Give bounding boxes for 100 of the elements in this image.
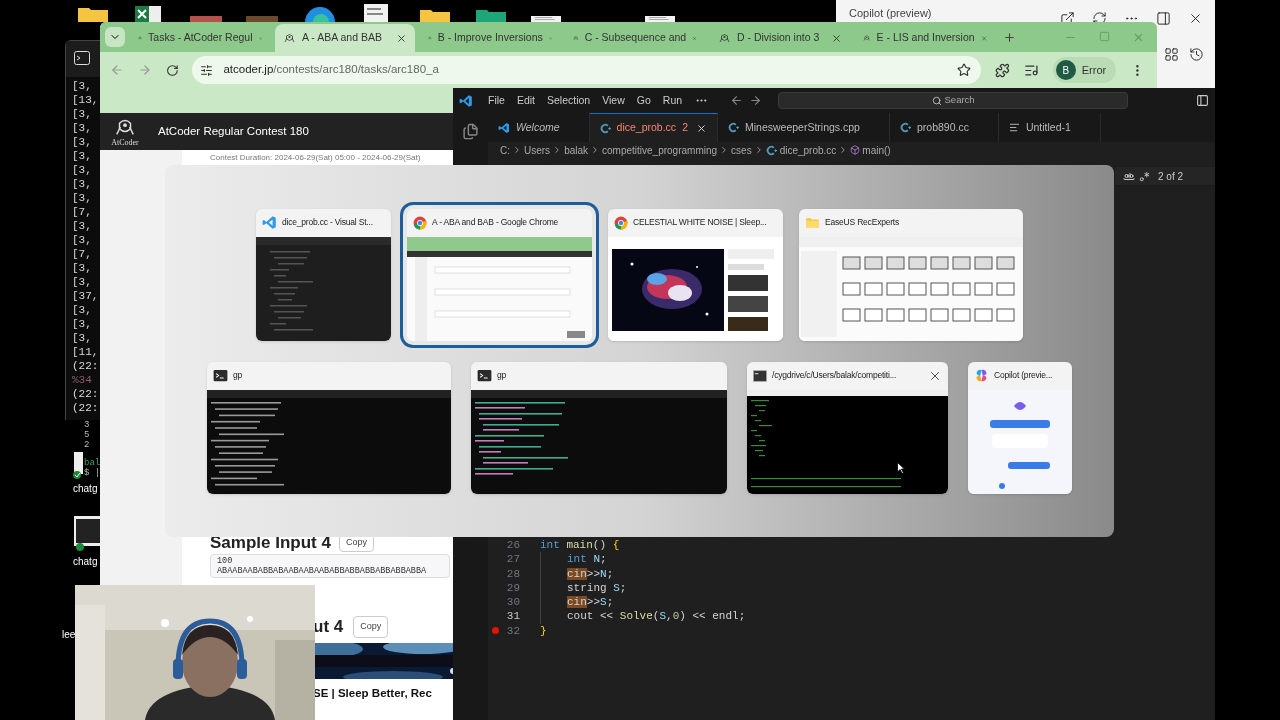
console-line: [37, <box>72 289 100 303</box>
back-icon[interactable] <box>730 94 744 107</box>
window-card[interactable]: EaseUS RecExperts <box>799 208 1023 341</box>
window-card[interactable]: Copilot (previe... <box>968 361 1072 494</box>
window-card[interactable]: dice_prob.cc - Visual St... <box>256 208 391 341</box>
menu-item[interactable]: View <box>597 92 630 109</box>
cpp-file-icon <box>899 122 911 133</box>
folder-icon <box>805 215 820 230</box>
search-icon <box>931 95 942 106</box>
menu-item[interactable]: Go <box>631 92 656 109</box>
line-number: 28 <box>505 566 520 581</box>
spreadsheet-icon[interactable] <box>135 6 161 22</box>
forward-icon[interactable] <box>749 94 763 107</box>
console-line: [3, <box>72 191 93 205</box>
breadcrumb-item[interactable]: main() <box>862 142 891 158</box>
sample-input-line: ABAABAABABBABAABAABAABABBABBABBABBABBABBA <box>217 566 428 576</box>
site-settings-icon[interactable] <box>200 63 214 77</box>
browser-logo-icon <box>413 215 427 230</box>
copilot-logo-icon <box>974 368 989 383</box>
console-line: [3, <box>72 261 93 275</box>
apps-icon[interactable] <box>1164 47 1179 62</box>
terminal-icon <box>213 368 228 383</box>
window-card[interactable]: gp <box>207 361 451 494</box>
browser-tab[interactable]: Tasks - AtCoder Regul <box>130 24 270 52</box>
editor-tab[interactable]: dice_prob.cc 2 <box>589 113 718 142</box>
history-icon[interactable] <box>1189 47 1204 62</box>
breadcrumb-item[interactable]: Users <box>524 142 551 158</box>
console-line: [7, <box>72 247 93 261</box>
browser-tab[interactable]: A - ABA and BAB <box>275 24 415 52</box>
editor-tab[interactable]: prob890.cc <box>889 113 999 142</box>
reload-icon[interactable] <box>165 63 179 77</box>
document-icon[interactable] <box>72 452 83 480</box>
breadcrumb-item[interactable]: cses <box>731 142 752 158</box>
menu-item[interactable]: Selection <box>542 92 596 109</box>
console-line: [3, <box>72 275 93 289</box>
chevron-icon <box>512 145 522 155</box>
menu-item[interactable]: File <box>483 92 510 109</box>
breadcrumb-item[interactable]: balak <box>564 142 589 158</box>
console-line: [7, <box>72 205 93 219</box>
folder-icon[interactable] <box>78 6 108 22</box>
browser-tab[interactable]: D - Division into 3 <box>710 24 850 52</box>
console-line: [3, <box>72 121 93 135</box>
extensions-icon[interactable] <box>995 62 1010 78</box>
menu-item[interactable]: Edit <box>511 92 540 109</box>
new-tab-icon[interactable] <box>1003 31 1016 44</box>
browser-tab[interactable]: B - Improve Inversions <box>420 24 560 52</box>
window-title: /cygdrive/c/Users/balak/competiti... <box>772 369 897 382</box>
console-line: [3, <box>72 149 93 163</box>
breadcrumb-item[interactable]: competitive_programming <box>602 142 718 158</box>
console-line: [13, <box>72 93 100 107</box>
address-field[interactable]: atcoder.jp/contests/arc180/tasks/arc180_a <box>192 56 982 84</box>
line-number: 31 <box>505 609 520 624</box>
breadcrumb-item[interactable]: dice_prob.cc <box>779 142 837 158</box>
editor-tab[interactable]: Untitled-1 <box>998 113 1101 142</box>
prompt: $ | <box>84 468 101 478</box>
editor-tab[interactable]: Welcome <box>488 113 590 142</box>
browser-tab[interactable]: E - LIS and Inversion <box>855 24 995 52</box>
shortcut-label[interactable]: lee <box>62 627 76 642</box>
shortcut-label[interactable]: chatg <box>73 554 98 569</box>
side-panel-icon[interactable] <box>1156 11 1171 26</box>
close-icon[interactable] <box>1188 11 1203 26</box>
regex-icon[interactable] <box>1139 170 1150 182</box>
console-line: [3, <box>72 219 93 233</box>
site-title[interactable]: AtCoder Regular Contest 180 <box>158 122 309 141</box>
shortcut-label[interactable]: chatg <box>73 481 98 496</box>
whole-word-icon[interactable] <box>1123 170 1135 182</box>
files-icon[interactable] <box>462 123 479 140</box>
window-card[interactable]: /cygdrive/c/Users/balak/competiti... <box>747 361 948 494</box>
browser-icon[interactable] <box>303 4 337 22</box>
code-editor-logo-icon <box>459 93 473 108</box>
window-title: gp <box>233 369 243 382</box>
console-line: %34 <box>72 373 93 387</box>
panel-title: Copilot (preview) <box>849 6 932 21</box>
line-number: 27 <box>505 552 520 567</box>
menu-item[interactable]: Run <box>657 92 688 109</box>
terminal-screenshot-icon[interactable] <box>74 516 100 552</box>
copy-button[interactable]: Copy <box>353 616 389 638</box>
console-line: (22: <box>72 401 100 415</box>
layout-toggle-icon[interactable] <box>1196 94 1209 107</box>
code-editor-logo-icon <box>262 215 277 230</box>
editor-tab[interactable]: MinesweeperStrings.cpp <box>717 113 890 142</box>
command-search-field[interactable]: Search <box>778 92 1129 109</box>
site-crest-icon <box>283 32 296 44</box>
profile-button[interactable]: B Error <box>1052 57 1117 83</box>
code-text: int N; <box>540 552 607 567</box>
line-number: 30 <box>505 595 520 610</box>
line-number: 29 <box>505 580 520 596</box>
breadcrumb-item[interactable]: C: <box>500 142 510 158</box>
console-line: [3, <box>72 163 93 177</box>
close-icon[interactable] <box>831 32 842 44</box>
tab-list-button[interactable] <box>105 27 125 47</box>
profile-status: Error <box>1081 62 1107 78</box>
console-line: [3, <box>72 303 93 317</box>
close-icon[interactable] <box>396 32 407 44</box>
window-card[interactable]: CELESTIAL WHITE NOISE | Sleep... <box>608 208 783 341</box>
close-icon[interactable] <box>695 122 707 134</box>
browser-tab[interactable]: C - Subsequence and <box>565 24 705 52</box>
window-card[interactable]: gp <box>471 361 727 494</box>
line-number: 32 <box>505 623 520 639</box>
bookmark-star-icon[interactable] <box>957 63 972 77</box>
